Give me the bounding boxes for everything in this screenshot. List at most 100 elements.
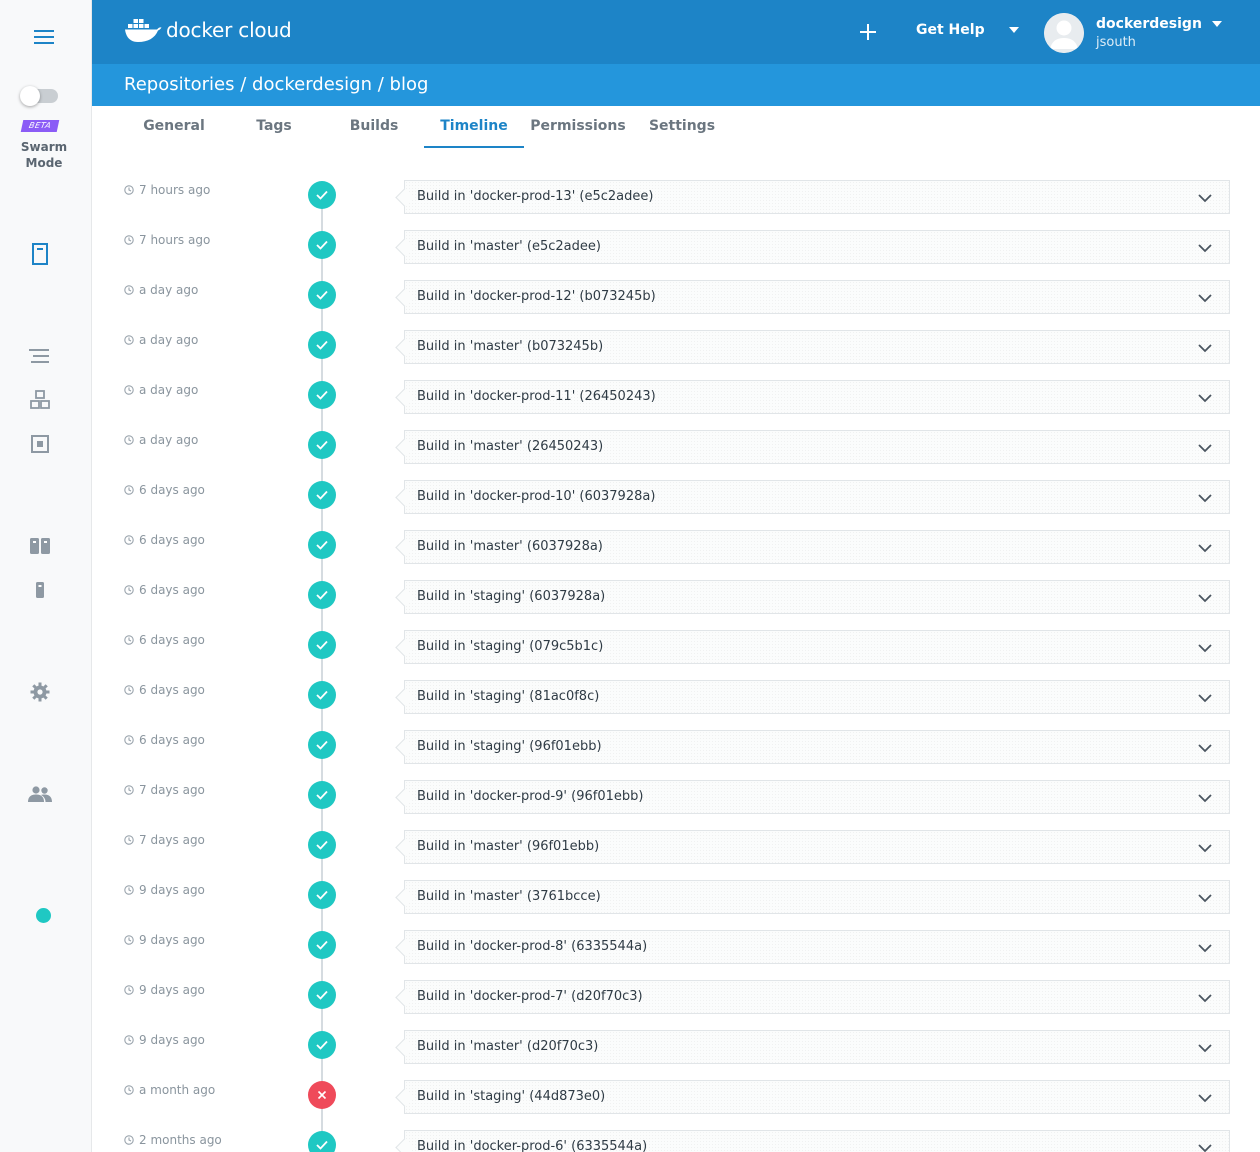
tab-settings[interactable]: Settings	[632, 106, 732, 148]
timeline-row: 7 days ago Build in 'master' (96f01ebb)	[92, 820, 1260, 870]
chevron-down-icon[interactable]	[1197, 690, 1213, 706]
chevron-down-icon[interactable]	[1197, 640, 1213, 656]
build-card[interactable]: Build in 'docker-prod-12' (b073245b)	[404, 280, 1230, 314]
build-card[interactable]: Build in 'staging' (44d873e0)	[404, 1080, 1230, 1114]
tab-timeline[interactable]: Timeline	[424, 106, 524, 148]
chevron-down-icon[interactable]	[1197, 1090, 1213, 1106]
chevron-down-icon[interactable]	[1197, 340, 1213, 356]
timeline-row: 7 hours ago Build in 'master' (e5c2adee)	[92, 220, 1260, 270]
build-time: 6 days ago	[124, 733, 205, 747]
build-card[interactable]: Build in 'docker-prod-7' (d20f70c3)	[404, 980, 1230, 1014]
chevron-down-icon[interactable]	[1197, 890, 1213, 906]
team-icon[interactable]	[26, 782, 54, 806]
swarm-mode-toggle[interactable]	[20, 86, 60, 106]
build-card[interactable]: Build in 'staging' (96f01ebb)	[404, 730, 1230, 764]
chevron-down-icon[interactable]	[1197, 840, 1213, 856]
build-card[interactable]: Build in 'master' (6037928a)	[404, 530, 1230, 564]
breadcrumb[interactable]: Repositories / dockerdesign / blog	[124, 74, 428, 95]
build-time: 6 days ago	[124, 483, 205, 497]
clock-icon	[124, 1135, 134, 1145]
clock-icon	[124, 385, 134, 395]
build-card[interactable]: Build in 'staging' (6037928a)	[404, 580, 1230, 614]
build-card[interactable]: Build in 'docker-prod-10' (6037928a)	[404, 480, 1230, 514]
build-time: 6 days ago	[124, 533, 205, 547]
chevron-down-icon[interactable]	[1197, 940, 1213, 956]
timeline-row: a month ago Build in 'staging' (44d873e0…	[92, 1070, 1260, 1120]
build-card[interactable]: Build in 'docker-prod-11' (26450243)	[404, 380, 1230, 414]
tab-builds[interactable]: Builds	[324, 106, 424, 148]
chevron-down-icon[interactable]	[1197, 740, 1213, 756]
settings-icon[interactable]	[28, 680, 52, 704]
nodes-icon[interactable]	[28, 578, 52, 602]
chevron-down-icon[interactable]	[1197, 1140, 1213, 1152]
chevron-down-icon[interactable]	[1197, 540, 1213, 556]
build-time-text: 6 days ago	[139, 683, 205, 697]
clock-icon	[124, 535, 134, 545]
build-card[interactable]: Build in 'staging' (079c5b1c)	[404, 630, 1230, 664]
chevron-down-icon[interactable]	[1197, 190, 1213, 206]
get-help-label: Get Help	[916, 22, 985, 38]
build-card[interactable]: Build in 'docker-prod-6' (6335544a)	[404, 1130, 1230, 1152]
plus-icon	[860, 24, 876, 40]
tab-general[interactable]: General	[124, 106, 224, 148]
breadcrumb-bar: Repositories / dockerdesign / blog	[92, 64, 1260, 106]
chevron-down-icon[interactable]	[1197, 490, 1213, 506]
build-card[interactable]: Build in 'master' (96f01ebb)	[404, 830, 1230, 864]
build-title: Build in 'staging' (6037928a)	[417, 589, 606, 604]
build-time: 6 days ago	[124, 583, 205, 597]
build-title: Build in 'docker-prod-9' (96f01ebb)	[417, 789, 644, 804]
user-name: dockerdesign	[1096, 16, 1202, 32]
timeline-row: a day ago Build in 'docker-prod-12' (b07…	[92, 270, 1260, 320]
chevron-down-icon[interactable]	[1197, 240, 1213, 256]
tab-permissions[interactable]: Permissions	[528, 106, 628, 148]
node-clusters-icon[interactable]	[28, 534, 52, 558]
build-card[interactable]: Build in 'docker-prod-9' (96f01ebb)	[404, 780, 1230, 814]
menu-icon[interactable]	[30, 27, 58, 47]
build-card[interactable]: Build in 'docker-prod-8' (6335544a)	[404, 930, 1230, 964]
swarm-mode-label: Swarm Mode	[20, 140, 68, 170]
user-menu[interactable]: dockerdesign jsouth	[1044, 12, 1222, 54]
build-card[interactable]: Build in 'master' (e5c2adee)	[404, 230, 1230, 264]
build-card[interactable]: Build in 'master' (b073245b)	[404, 330, 1230, 364]
chevron-down-icon[interactable]	[1197, 590, 1213, 606]
build-time: 7 hours ago	[124, 233, 210, 247]
clock-icon	[124, 835, 134, 845]
build-time-text: 7 days ago	[139, 833, 205, 847]
build-card[interactable]: Build in 'docker-prod-13' (e5c2adee)	[404, 180, 1230, 214]
build-success-icon	[308, 831, 336, 859]
build-time: 2 months ago	[124, 1133, 222, 1147]
build-title: Build in 'staging' (079c5b1c)	[417, 639, 604, 654]
tab-tags[interactable]: Tags	[224, 106, 324, 148]
stacks-icon[interactable]	[28, 344, 52, 368]
build-card[interactable]: Build in 'master' (3761bcce)	[404, 880, 1230, 914]
containers-icon[interactable]	[28, 432, 52, 456]
docker-cloud-logo[interactable]: docker cloud	[124, 14, 292, 46]
timeline-row: 6 days ago Build in 'staging' (6037928a)	[92, 570, 1260, 620]
build-success-icon	[308, 781, 336, 809]
chevron-down-icon[interactable]	[1197, 440, 1213, 456]
build-success-icon	[308, 981, 336, 1009]
build-time: 9 days ago	[124, 883, 205, 897]
build-success-icon	[308, 731, 336, 759]
chevron-down-icon[interactable]	[1197, 290, 1213, 306]
build-time-text: 7 hours ago	[139, 233, 211, 247]
timeline-row: 9 days ago Build in 'master' (d20f70c3)	[92, 1020, 1260, 1070]
add-button[interactable]	[854, 18, 882, 46]
build-time: 7 days ago	[124, 833, 205, 847]
get-help-menu[interactable]: Get Help	[916, 18, 1019, 42]
repositories-icon[interactable]	[28, 242, 52, 266]
build-card[interactable]: Build in 'staging' (81ac0f8c)	[404, 680, 1230, 714]
build-card[interactable]: Build in 'master' (d20f70c3)	[404, 1030, 1230, 1064]
build-time-text: a day ago	[139, 383, 199, 397]
chevron-down-icon[interactable]	[1197, 790, 1213, 806]
build-success-icon	[308, 431, 336, 459]
timeline-row: a day ago Build in 'master' (b073245b)	[92, 320, 1260, 370]
chevron-down-icon[interactable]	[1197, 390, 1213, 406]
services-icon[interactable]	[28, 388, 52, 412]
build-card[interactable]: Build in 'master' (26450243)	[404, 430, 1230, 464]
chevron-down-icon[interactable]	[1197, 990, 1213, 1006]
build-time: 9 days ago	[124, 1033, 205, 1047]
build-time: a day ago	[124, 383, 198, 397]
build-success-icon	[308, 1131, 336, 1152]
chevron-down-icon[interactable]	[1197, 1040, 1213, 1056]
